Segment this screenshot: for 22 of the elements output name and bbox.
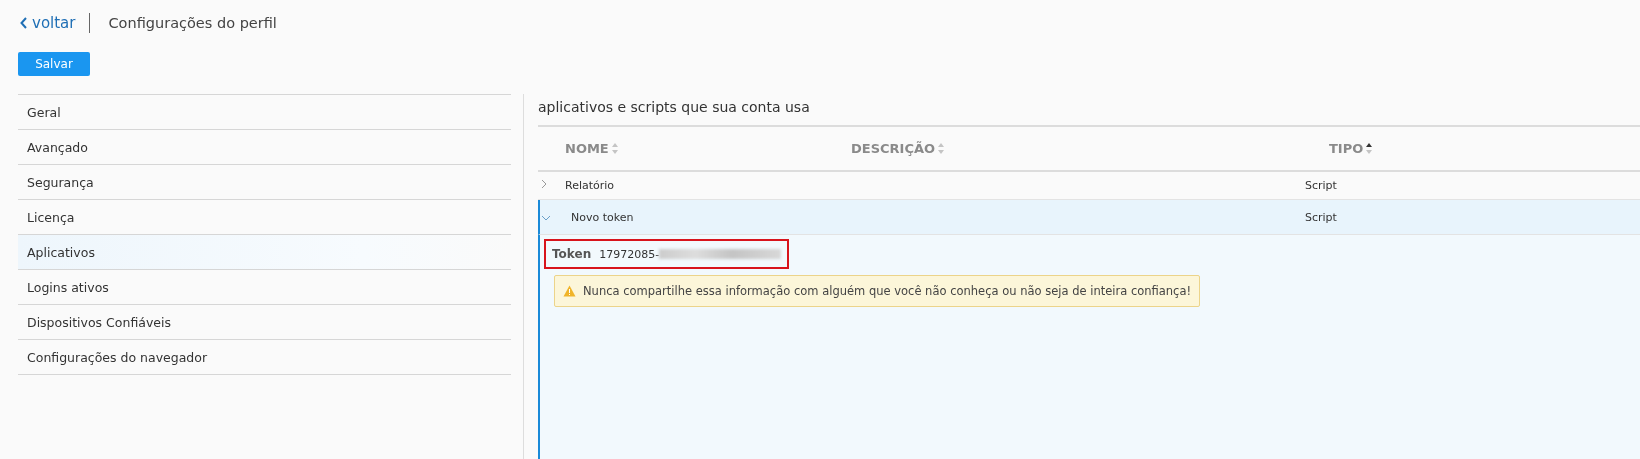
sidebar-item[interactable]: Aplicativos (18, 235, 511, 270)
type-cell-text: Script (1305, 210, 1338, 224)
token-value: 17972085- (599, 247, 660, 261)
warning-icon (563, 285, 576, 297)
type-cell-text: Script (1305, 179, 1338, 192)
page-title: Configurações do perfil (107, 15, 277, 31)
chevron-down-icon (541, 214, 551, 221)
chevron-left-icon (20, 17, 27, 29)
chevron-right-icon (541, 179, 547, 189)
sidebar-item[interactable]: Configurações do navegador (18, 340, 511, 375)
name-cell-text: Novo token (570, 210, 635, 224)
sidebar-item[interactable]: Dispositivos Confiáveis (18, 305, 511, 340)
section-title: aplicativos e scripts que sua conta usa (538, 94, 1640, 127)
sidebar-item[interactable]: Segurança (18, 165, 511, 200)
back-link[interactable]: voltar (20, 13, 91, 33)
name-cell-text: Relatório (565, 179, 616, 192)
token-label: Token (552, 247, 592, 261)
sidebar-item[interactable]: Geral (18, 95, 511, 130)
warning-text: Nunca compartilhe essa informação com alguém que você não conheça ou não seja de inteira confiança! (583, 284, 1192, 298)
table-row[interactable]: Novo token Script (538, 200, 1640, 235)
sidebar-item[interactable]: Logins ativos (18, 270, 511, 305)
sidebar-item[interactable]: Avançado (18, 130, 511, 165)
